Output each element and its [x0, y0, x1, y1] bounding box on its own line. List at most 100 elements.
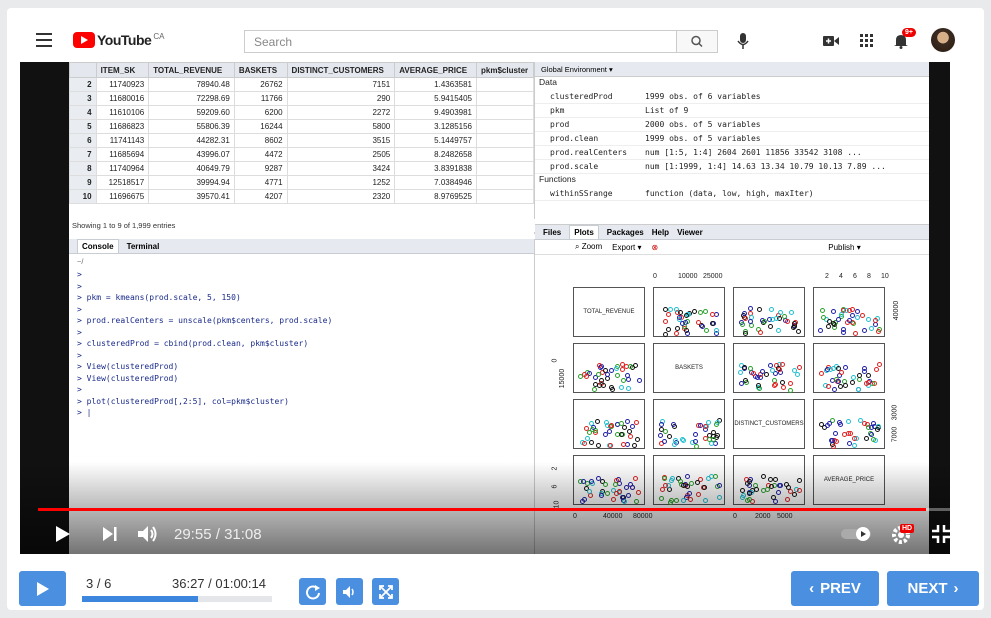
replay-icon	[305, 584, 320, 599]
zoom-button[interactable]: ⌕ Zoom	[575, 242, 602, 252]
tab-help[interactable]: Help	[652, 228, 669, 237]
publish-button[interactable]: Publish ▾	[828, 243, 861, 252]
tab-files[interactable]: Files	[543, 228, 561, 237]
scatter-point	[853, 331, 859, 337]
scatter-point	[767, 324, 773, 330]
env-row[interactable]: prod.clean 1999 obs. of 5 variables	[535, 132, 929, 146]
scatter-point	[854, 314, 860, 320]
column-header[interactable]: BASKETS	[233, 62, 288, 78]
mic-icon[interactable]	[736, 32, 750, 50]
pairs-scatter-panel	[573, 343, 645, 393]
scatter-point	[609, 368, 615, 374]
table-row: 10 11696675 39570.41 4207 2320 8.9769525	[69, 189, 534, 204]
table-row: 5 11686823 55806.39 16244 5800 3.1285156	[69, 119, 534, 134]
scatter-point	[581, 440, 587, 446]
avatar[interactable]	[931, 28, 955, 52]
table-cell: 2272	[286, 105, 396, 120]
table-cell: 9.4903981	[394, 105, 477, 120]
tab-packages[interactable]: Packages	[607, 228, 644, 237]
env-row[interactable]: clusteredProd 1999 obs. of 6 variables	[535, 90, 929, 104]
tick-label: 8	[867, 273, 871, 280]
table-cell: 4771	[233, 175, 288, 190]
search-input[interactable]: Search	[244, 30, 676, 53]
scatter-point	[749, 323, 755, 329]
menu-icon[interactable]	[36, 33, 52, 47]
apps-icon[interactable]	[858, 33, 876, 49]
row-number: 2	[69, 77, 97, 92]
table-cell: 59209.60	[148, 105, 235, 120]
autoplay-toggle[interactable]	[840, 526, 874, 542]
video-player[interactable]: ITEM_SK TOTAL_REVENUE BASKETS DISTINCT_C…	[20, 62, 950, 554]
table-cell: 8.9769525	[394, 189, 477, 204]
next-button[interactable]: NEXT ›	[887, 571, 979, 606]
scatter-point	[665, 326, 671, 332]
env-section-data: Data	[539, 77, 557, 87]
column-header[interactable]: ITEM_SK	[95, 62, 150, 78]
scatter-point	[592, 386, 598, 392]
table-cell	[476, 77, 534, 92]
fullscreen-button[interactable]	[372, 578, 399, 605]
tab-plots[interactable]: Plots	[569, 225, 599, 239]
scatter-point	[691, 309, 697, 314]
tab-console[interactable]: Console	[77, 239, 119, 253]
env-row[interactable]: prod.realCenters num [1:5, 1:4] 2604 2601…	[535, 146, 929, 160]
column-header[interactable]: DISTINCT_CUSTOMERS	[286, 62, 396, 78]
tick-label: 10	[881, 273, 889, 280]
column-header[interactable]: TOTAL_REVENUE	[148, 62, 235, 78]
play-icon[interactable]	[54, 524, 72, 544]
scatter-point	[588, 439, 594, 445]
scatter-point	[632, 443, 638, 449]
scatter-point	[831, 443, 837, 449]
env-scope[interactable]: Global Environment ▾	[535, 62, 929, 77]
tick-label: 3000	[891, 404, 899, 421]
tick-label: 6	[853, 273, 857, 280]
tab-viewer[interactable]: Viewer	[677, 228, 703, 237]
tick-label: 10000	[678, 273, 698, 280]
scatter-point	[703, 328, 709, 334]
scatter-point	[625, 386, 631, 392]
env-value: List of 9	[645, 106, 689, 115]
youtube-header: YouTube CA Search 9+	[20, 20, 971, 62]
video-progress-bar[interactable]	[38, 508, 950, 511]
column-header[interactable]	[69, 62, 97, 78]
console-output[interactable]: > > > pkm = kmeans(prod.scale, 5, 150) > > p…	[69, 269, 534, 419]
audio-button[interactable]	[336, 578, 363, 605]
remove-plot-icon[interactable]: ⊗	[652, 243, 659, 252]
scatter-point	[819, 370, 825, 376]
replay-button[interactable]	[299, 578, 326, 605]
env-row[interactable]: pkm List of 9	[535, 104, 929, 118]
scatter-point	[618, 432, 624, 438]
scatter-point	[784, 319, 790, 325]
tick-label: 40000	[893, 300, 901, 321]
create-video-icon[interactable]	[822, 33, 840, 49]
course-progress-bar[interactable]	[82, 596, 272, 602]
exit-fullscreen-icon[interactable]	[931, 524, 950, 544]
table-cell: 5.9415405	[394, 91, 477, 106]
scatter-point	[843, 364, 849, 370]
scatter-point	[621, 378, 627, 384]
search-icon	[691, 35, 703, 48]
env-row[interactable]: prod 2000 obs. of 5 variables	[535, 118, 929, 132]
export-button[interactable]: Export ▾	[612, 243, 641, 252]
search-button[interactable]	[676, 30, 718, 53]
volume-icon[interactable]	[136, 523, 160, 545]
tab-terminal[interactable]: Terminal	[127, 242, 160, 251]
course-play-button[interactable]	[19, 571, 66, 606]
prev-button[interactable]: ‹ PREV	[791, 571, 879, 606]
next-video-icon[interactable]	[102, 525, 118, 543]
table-cell: 290	[286, 91, 396, 106]
youtube-logo[interactable]: YouTube CA	[73, 32, 164, 48]
video-time-current: 29:55	[174, 526, 212, 543]
env-row[interactable]: prod.scale num [1:1999, 1:4] 14.63 13.34 …	[535, 160, 929, 174]
scatter-point	[768, 306, 774, 312]
notification-badge: 9+	[902, 28, 916, 37]
column-header[interactable]: AVERAGE_PRICE	[394, 62, 477, 78]
column-header[interactable]: pkm$cluster	[476, 62, 534, 78]
console-line: >	[77, 304, 82, 314]
scatter-point	[739, 321, 745, 327]
env-row[interactable]: withinSSrange function (data, low, high, …	[535, 187, 929, 201]
scatter-point	[706, 437, 712, 443]
table-cell: 5.1449757	[394, 133, 477, 148]
pairs-scatter-panel	[813, 399, 885, 449]
scatter-point	[594, 419, 600, 425]
